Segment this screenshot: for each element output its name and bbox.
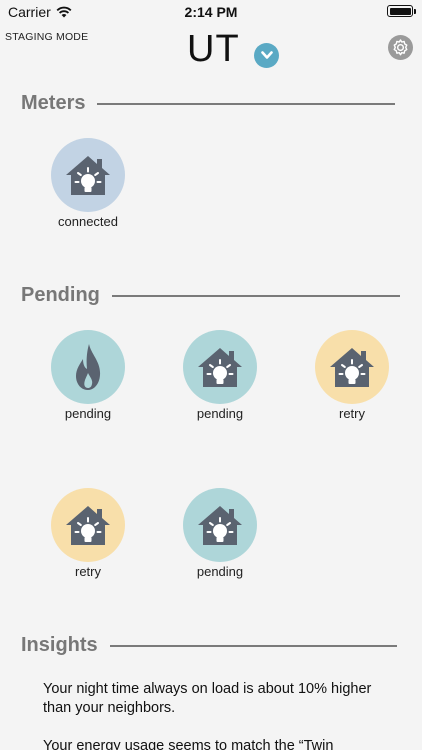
section-title: Pending [21,284,100,306]
pending-tile[interactable]: pending [33,330,143,421]
insights-list: Your night time always on load is about … [43,680,383,750]
settings-button[interactable] [388,35,413,60]
page-title: UT [187,28,240,70]
status-bar: Carrier 2:14 PM [0,0,422,24]
meters-section-header: Meters [21,92,396,115]
meter-status-label: connected [58,214,118,229]
pending-icon-circle [51,488,125,562]
house-bulb-icon [327,345,377,389]
flame-icon [73,342,103,392]
staging-mode-label: STAGING MODE [5,31,89,43]
house-bulb-icon [63,503,113,547]
pending-tile[interactable]: retry [297,330,407,421]
insight-text: Your night time always on load is about … [43,681,372,716]
meter-tile[interactable]: connected [33,138,143,229]
battery-nub [414,9,416,14]
location-dropdown-button[interactable] [254,43,279,68]
gear-icon [393,39,408,56]
section-divider [111,294,400,297]
section-divider [109,644,397,647]
status-time: 2:14 PM [184,4,238,20]
pending-status-label: retry [339,406,365,421]
house-bulb-icon [63,153,113,197]
battery-icon [387,5,413,17]
section-divider [97,102,396,105]
house-bulb-icon [195,345,245,389]
pending-icon-circle [183,488,257,562]
section-title: Meters [21,92,86,114]
pending-tile[interactable]: pending [165,330,275,421]
pending-icon-circle [51,330,125,404]
insights-section-header: Insights [21,634,397,657]
pending-tile[interactable]: retry [33,488,143,579]
chevron-down-icon [260,51,273,59]
pending-status-label: pending [196,564,244,579]
pending-icon-circle [315,330,389,404]
pending-icon-circle [183,330,257,404]
pending-status-label: retry [75,564,101,579]
pending-tile[interactable]: pending [165,488,275,579]
section-title: Insights [21,634,98,656]
pending-status-label: pending [64,406,112,421]
pending-status-label: pending [196,406,244,421]
meter-icon-circle [51,138,125,212]
insight-text: Your energy usage seems to match the “Tw… [43,738,334,750]
house-bulb-icon [195,503,245,547]
pending-section-header: Pending [21,284,400,307]
